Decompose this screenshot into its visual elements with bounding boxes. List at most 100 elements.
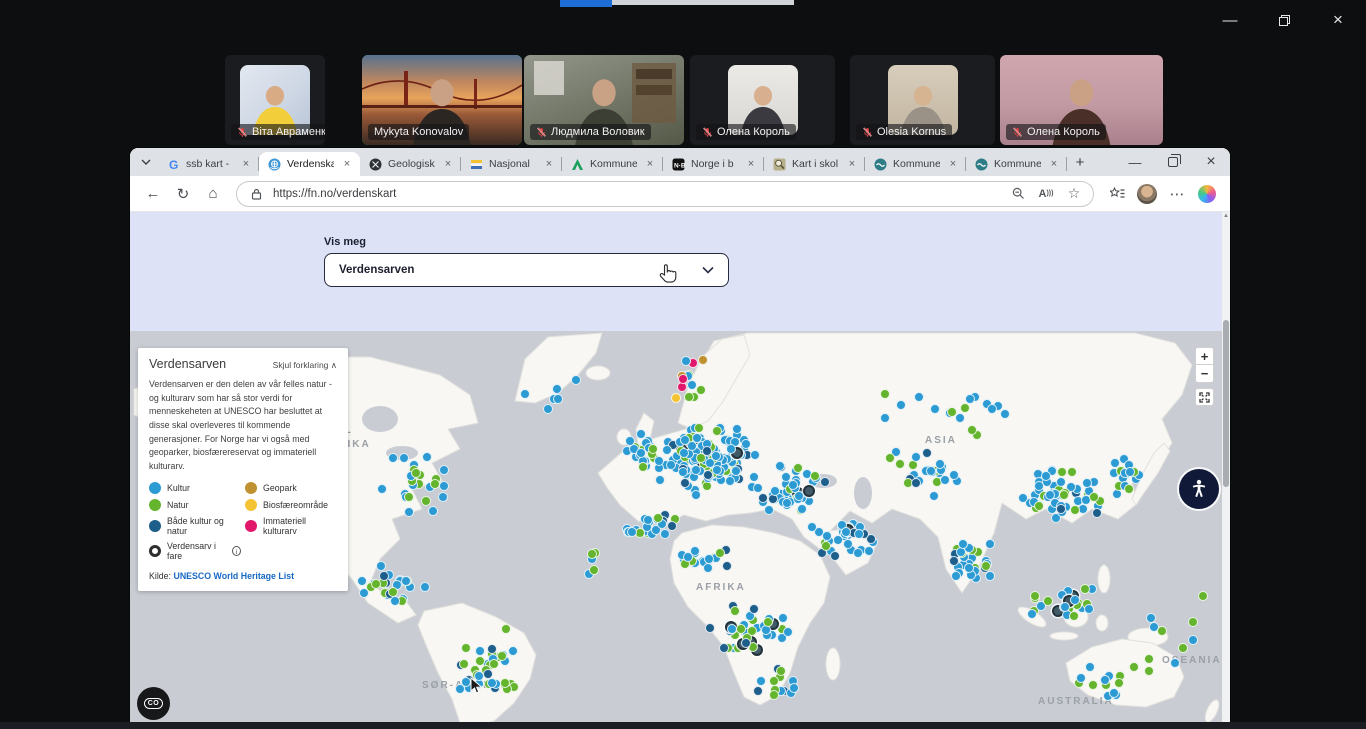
- site-dot-dark[interactable]: [722, 561, 732, 571]
- site-dot-blue[interactable]: [789, 683, 799, 693]
- tab-verdenska[interactable]: Verdenska×: [259, 152, 360, 176]
- site-dot-blue[interactable]: [390, 596, 400, 606]
- site-dot-dark[interactable]: [949, 556, 959, 566]
- tab-close-icon[interactable]: ×: [744, 157, 758, 171]
- site-dot-blue[interactable]: [1041, 471, 1051, 481]
- site-dot-green[interactable]: [589, 565, 599, 575]
- site-dot-blue[interactable]: [841, 527, 851, 537]
- site-dot-blue[interactable]: [929, 491, 939, 501]
- site-dot-green[interactable]: [500, 678, 510, 688]
- site-dot-blue[interactable]: [1045, 490, 1055, 500]
- site-dot-dark[interactable]: [911, 478, 921, 488]
- site-dot-blue[interactable]: [1110, 458, 1120, 468]
- site-dot-blue[interactable]: [690, 546, 700, 556]
- site-dot-green[interactable]: [696, 385, 706, 395]
- site-dot-blue[interactable]: [636, 429, 646, 439]
- site-dot-blue[interactable]: [678, 467, 688, 477]
- site-dot-blue[interactable]: [1125, 467, 1135, 477]
- back-button[interactable]: ←: [140, 181, 166, 207]
- site-dot-blue[interactable]: [807, 522, 817, 532]
- site-dot-blue[interactable]: [1084, 604, 1094, 614]
- site-dot-blue[interactable]: [853, 548, 863, 558]
- site-dot-green[interactable]: [1144, 666, 1154, 676]
- site-dot-blue[interactable]: [636, 448, 646, 458]
- site-dot-green[interactable]: [1124, 484, 1134, 494]
- home-button[interactable]: ⌂: [200, 181, 226, 207]
- site-dot-blue[interactable]: [643, 515, 653, 525]
- tab-close-icon[interactable]: ×: [340, 157, 354, 171]
- site-dot-blue[interactable]: [687, 380, 697, 390]
- site-dot-blue[interactable]: [438, 492, 448, 502]
- site-dot-blue[interactable]: [1018, 493, 1028, 503]
- site-dot-green[interactable]: [653, 513, 663, 523]
- accessibility-widget-button[interactable]: [1179, 469, 1219, 509]
- refresh-button[interactable]: ↻: [170, 181, 196, 207]
- site-dot-blue[interactable]: [1000, 409, 1010, 419]
- tab-geologisk[interactable]: Geologisk×: [360, 152, 461, 176]
- site-dot-green[interactable]: [981, 561, 991, 571]
- cookie-consent-button[interactable]: CO: [137, 687, 170, 720]
- site-dot-green[interactable]: [1198, 591, 1208, 601]
- browser-close-button[interactable]: ×: [1192, 148, 1230, 176]
- tab-close-icon[interactable]: ×: [1047, 157, 1061, 171]
- site-dot-blue[interactable]: [958, 539, 968, 549]
- site-dot-blue[interactable]: [681, 356, 691, 366]
- site-dot-gold[interactable]: [698, 355, 708, 365]
- site-dot-blue[interactable]: [376, 561, 386, 571]
- site-dot-blue[interactable]: [401, 576, 411, 586]
- zoom-out-page-icon[interactable]: [1007, 183, 1029, 205]
- copilot-icon[interactable]: [1194, 181, 1220, 207]
- site-dot-blue[interactable]: [553, 394, 563, 404]
- tab-close-icon[interactable]: ×: [239, 157, 253, 171]
- site-dot-green[interactable]: [1080, 584, 1090, 594]
- site-dot-blue[interactable]: [1082, 478, 1092, 488]
- tab-nasjonal[interactable]: Nasjonal×: [461, 152, 562, 176]
- tab-norge-i-b[interactable]: N·BNorge i b×: [663, 152, 764, 176]
- site-dot-green[interactable]: [638, 462, 648, 472]
- site-dot-blue[interactable]: [655, 475, 665, 485]
- site-dot-blue[interactable]: [864, 546, 874, 556]
- site-dot-blue[interactable]: [965, 394, 975, 404]
- site-dot-green[interactable]: [736, 624, 746, 634]
- legend-hide-link[interactable]: Skjul forklaring ∧: [273, 360, 337, 371]
- site-dot-blue[interactable]: [662, 445, 672, 455]
- fullscreen-button[interactable]: [1195, 388, 1214, 406]
- site-dot-blue[interactable]: [377, 484, 387, 494]
- site-dot-blue[interactable]: [520, 389, 530, 399]
- site-dot-blue[interactable]: [725, 476, 735, 486]
- site-dot-green[interactable]: [371, 579, 381, 589]
- site-dot-blue[interactable]: [749, 472, 759, 482]
- site-dot-blue[interactable]: [778, 613, 788, 623]
- site-dot-green[interactable]: [1178, 643, 1188, 653]
- tab-kommune[interactable]: Kommune×: [562, 152, 663, 176]
- site-dot-blue[interactable]: [487, 678, 497, 688]
- site-dot-green[interactable]: [1070, 505, 1080, 515]
- site-dot-green[interactable]: [1129, 662, 1139, 672]
- site-dot-green[interactable]: [648, 444, 658, 454]
- site-dot-yellow[interactable]: [671, 393, 681, 403]
- participant-tile[interactable]: Olesia Kornus: [850, 55, 995, 145]
- site-dot-dark[interactable]: [1056, 504, 1066, 514]
- site-dot-blue[interactable]: [731, 466, 741, 476]
- site-dot-green[interactable]: [497, 651, 507, 661]
- participant-tile[interactable]: Людмила Воловик: [524, 55, 684, 145]
- tab-kommune[interactable]: Kommune×: [966, 152, 1067, 176]
- tab-close-icon[interactable]: ×: [643, 157, 657, 171]
- site-dot-blue[interactable]: [691, 490, 701, 500]
- participant-tile[interactable]: Mykyta Konovalov: [362, 55, 522, 145]
- site-dot-blue[interactable]: [660, 529, 670, 539]
- tab-kart-i-skol[interactable]: Kart i skol×: [764, 152, 865, 176]
- site-dot-green[interactable]: [404, 492, 414, 502]
- tab-close-icon[interactable]: ×: [441, 157, 455, 171]
- site-dot-blue[interactable]: [775, 461, 785, 471]
- site-dot-blue[interactable]: [552, 384, 562, 394]
- zoom-in-button[interactable]: +: [1195, 347, 1214, 365]
- browser-minimize-button[interactable]: —: [1116, 148, 1154, 176]
- site-dot-blue[interactable]: [1060, 602, 1070, 612]
- favorite-star-icon[interactable]: ☆: [1063, 183, 1085, 205]
- tab-search-button[interactable]: [134, 151, 158, 173]
- site-dot-dark[interactable]: [483, 669, 493, 679]
- site-dot-blue[interactable]: [404, 507, 414, 517]
- site-dot-blue[interactable]: [1027, 609, 1037, 619]
- site-dot-green[interactable]: [1114, 678, 1124, 688]
